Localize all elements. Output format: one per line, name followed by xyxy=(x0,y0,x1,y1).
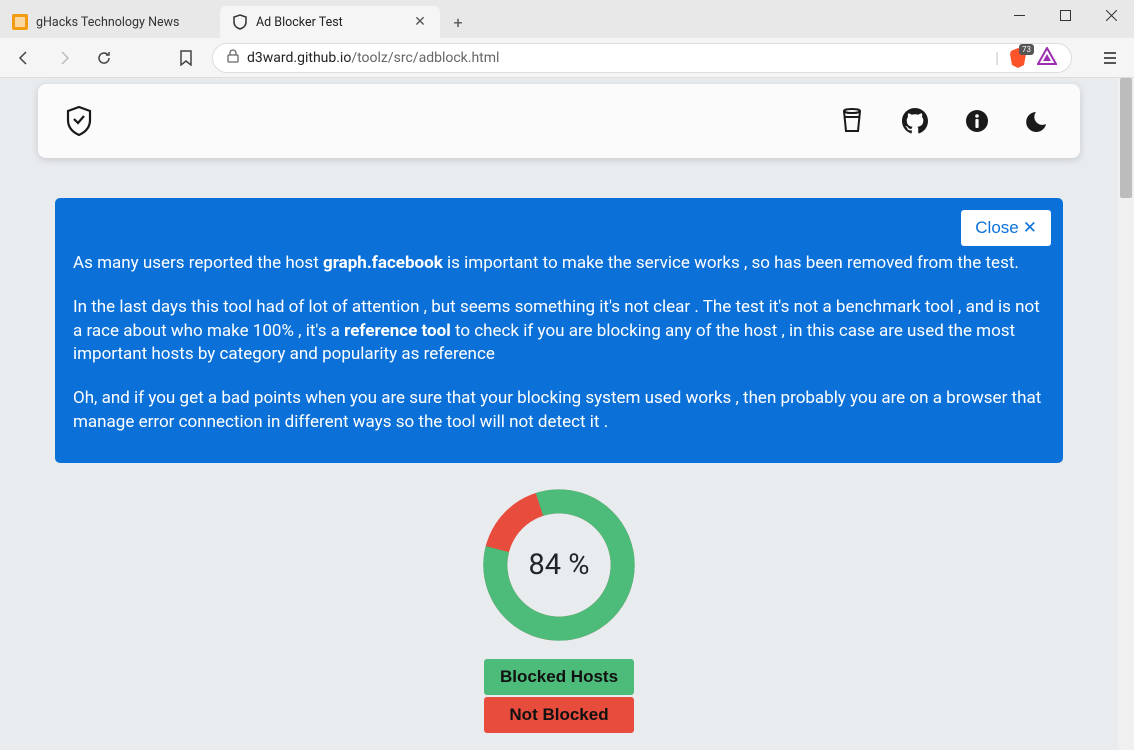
banner-text: As many users reported the host graph.fa… xyxy=(73,252,1045,435)
info-icon[interactable] xyxy=(964,108,990,134)
tab-ghacks[interactable]: gHacks Technology News xyxy=(0,6,220,38)
tab-title: gHacks Technology News xyxy=(36,15,208,30)
close-banner-button[interactable]: Close ✕ xyxy=(961,210,1051,246)
close-icon: ✕ xyxy=(1023,218,1037,238)
tab-title: Ad Blocker Test xyxy=(256,15,404,30)
back-button[interactable] xyxy=(10,44,38,72)
hamburger-menu-button[interactable] xyxy=(1096,44,1124,72)
dark-mode-icon[interactable] xyxy=(1026,108,1052,134)
close-window-button[interactable] xyxy=(1088,0,1134,30)
shield-favicon-icon xyxy=(232,14,248,30)
scrollbar-thumb[interactable] xyxy=(1120,78,1132,198)
not-blocked-button[interactable]: Not Blocked xyxy=(484,697,634,733)
page-header xyxy=(38,84,1080,158)
legend: Blocked Hosts Not Blocked xyxy=(20,659,1098,733)
result-area: 84 % Blocked Hosts Not Blocked xyxy=(20,481,1098,733)
donut-chart: 84 % xyxy=(475,481,643,649)
lock-icon xyxy=(227,48,239,67)
forward-button[interactable] xyxy=(50,44,78,72)
close-label: Close xyxy=(975,218,1018,238)
new-tab-button[interactable]: + xyxy=(444,8,472,36)
url-text: d3ward.github.io/toolz/src/adblock.html xyxy=(247,50,987,66)
extension-area: | 73 xyxy=(995,47,1057,69)
minimize-button[interactable] xyxy=(996,0,1042,30)
tabs-area: gHacks Technology News Ad Blocker Test ✕… xyxy=(0,0,996,38)
url-bar[interactable]: d3ward.github.io/toolz/src/adblock.html … xyxy=(212,43,1072,73)
page-content: Close ✕ As many users reported the host … xyxy=(0,78,1118,750)
percent-label: 84 % xyxy=(528,548,589,582)
bookmark-button[interactable] xyxy=(172,44,200,72)
tab-close-icon[interactable]: ✕ xyxy=(412,14,428,30)
brave-bat-icon[interactable] xyxy=(1037,47,1057,69)
tab-adblock-test[interactable]: Ad Blocker Test ✕ xyxy=(220,6,440,38)
coffee-icon[interactable] xyxy=(840,108,866,134)
reload-button[interactable] xyxy=(90,44,118,72)
shield-logo-icon[interactable] xyxy=(66,108,92,134)
ghacks-favicon-icon xyxy=(12,14,28,30)
brave-shield-icon[interactable]: 73 xyxy=(1007,47,1029,69)
github-icon[interactable] xyxy=(902,108,928,134)
scrollbar[interactable] xyxy=(1118,78,1134,750)
window-controls xyxy=(996,0,1134,38)
notice-banner: Close ✕ As many users reported the host … xyxy=(55,198,1063,463)
browser-toolbar: d3ward.github.io/toolz/src/adblock.html … xyxy=(0,38,1134,78)
maximize-button[interactable] xyxy=(1042,0,1088,30)
shield-count: 73 xyxy=(1019,44,1034,55)
titlebar: gHacks Technology News Ad Blocker Test ✕… xyxy=(0,0,1134,38)
blocked-hosts-button[interactable]: Blocked Hosts xyxy=(484,659,634,695)
